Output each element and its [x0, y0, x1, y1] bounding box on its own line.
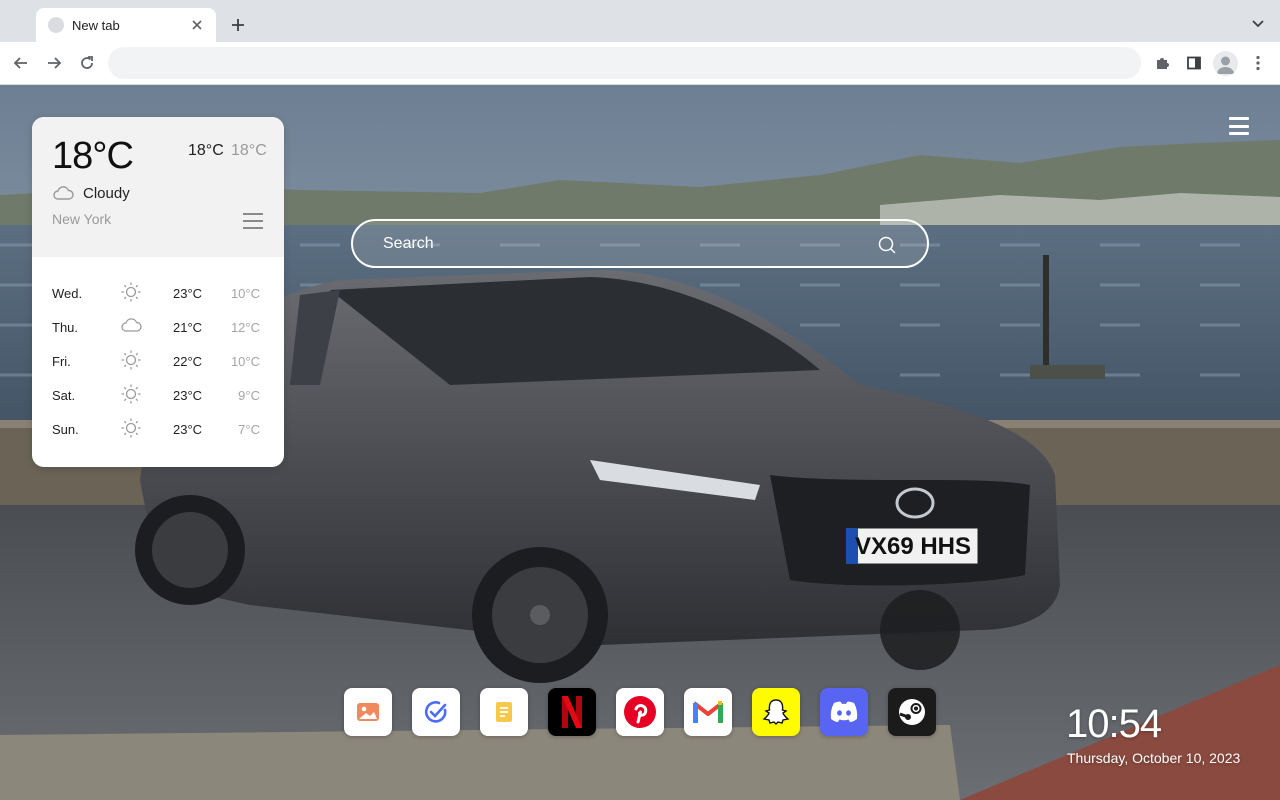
wallpaper-gallery-app[interactable] — [344, 688, 392, 736]
gmail-icon — [692, 701, 724, 723]
cloud-icon — [53, 186, 74, 200]
weather-current: 18°C 18°C 18°C Cloudy New York — [32, 117, 284, 257]
weather-menu-icon[interactable] — [243, 213, 263, 229]
browser-toolbar — [0, 42, 1280, 85]
snapchat-app[interactable] — [752, 688, 800, 736]
search-box[interactable] — [351, 219, 929, 268]
forecast-day: Fri. — [52, 354, 71, 369]
forecast-high: 21°C — [173, 320, 203, 335]
extensions-puzzle-icon[interactable] — [1149, 50, 1175, 76]
tab-favicon-icon — [48, 17, 64, 33]
discord-icon — [830, 701, 858, 722]
tab-strip: New tab — [0, 0, 1280, 42]
forecast-row: Sat. 23°C 9°C — [32, 377, 284, 411]
new-tab-plus-icon[interactable] — [226, 13, 250, 37]
todo-check-icon — [424, 701, 447, 723]
sun-icon — [121, 350, 141, 370]
forecast-low: 10°C — [230, 354, 260, 369]
notes-app[interactable] — [480, 688, 528, 736]
forecast-day: Sat. — [52, 388, 76, 403]
forecast-high: 23°C — [173, 422, 203, 437]
steam-app[interactable] — [888, 688, 936, 736]
tab-close-icon[interactable] — [188, 16, 206, 34]
reload-icon[interactable] — [74, 50, 100, 76]
sun-icon — [121, 384, 141, 404]
clock-date: Thursday, October 10, 2023 — [1067, 750, 1241, 766]
forecast-low: 9°C — [238, 388, 260, 403]
new-tab-page: VX69 HHS 18°C 18°C 18°C Cloudy New York — [0, 85, 1280, 800]
notes-icon — [496, 702, 512, 722]
tab-search-chevron-down-icon[interactable] — [1247, 13, 1269, 35]
app-dock — [344, 688, 936, 736]
forecast-row: Fri. 22°C 10°C — [32, 343, 284, 377]
forecast-day: Sun. — [52, 422, 79, 437]
today-low: 18°C — [231, 142, 267, 159]
snapchat-icon — [762, 699, 790, 725]
forecast-high: 23°C — [173, 286, 203, 301]
today-high: 18°C — [188, 142, 224, 159]
forecast-row: Thu. 21°C 12°C — [32, 309, 284, 343]
profile-avatar-icon[interactable] — [1213, 51, 1238, 76]
search-input[interactable] — [383, 233, 863, 255]
steam-icon — [899, 699, 925, 725]
forecast-low: 12°C — [230, 320, 260, 335]
forecast-day: Thu. — [52, 320, 79, 335]
address-bar-input[interactable] — [108, 47, 1141, 79]
forecast-high: 23°C — [173, 388, 203, 403]
tab-title: New tab — [72, 17, 120, 33]
forward-arrow-icon[interactable] — [41, 50, 67, 76]
pinterest-app[interactable] — [616, 688, 664, 736]
license-plate: VX69 HHS — [855, 533, 971, 560]
todo-app[interactable] — [412, 688, 460, 736]
forecast-low: 7°C — [238, 422, 260, 437]
weather-forecast: Wed. 23°C 10°C Thu. 21°C 12°C Fri. 22°C … — [32, 275, 284, 445]
wallpaper-gallery-icon — [357, 703, 379, 721]
weather-city: New York — [52, 211, 112, 227]
netflix-icon — [562, 696, 582, 728]
weather-condition: Cloudy — [83, 185, 130, 202]
cloud-icon — [121, 318, 142, 332]
forecast-row: Sun. 23°C 7°C — [32, 411, 284, 445]
weather-widget: 18°C 18°C 18°C Cloudy New York Wed. 23°C… — [32, 117, 284, 467]
forecast-day: Wed. — [52, 286, 83, 301]
browser-menu-kebab-icon[interactable] — [1245, 50, 1271, 76]
gmail-app[interactable] — [684, 688, 732, 736]
current-temperature: 18°C — [52, 135, 134, 177]
sun-icon — [121, 282, 141, 302]
tab-new-tab[interactable]: New tab — [36, 8, 216, 42]
forecast-low: 10°C — [230, 286, 260, 301]
search-icon[interactable] — [877, 235, 897, 255]
forecast-row: Wed. 23°C 10°C — [32, 275, 284, 309]
forecast-high: 22°C — [173, 354, 203, 369]
netflix-app[interactable] — [548, 688, 596, 736]
discord-app[interactable] — [820, 688, 868, 736]
back-arrow-icon[interactable] — [8, 50, 34, 76]
pinterest-icon — [624, 696, 656, 728]
clock-time: 10:54 — [1066, 702, 1162, 746]
side-panel-icon[interactable] — [1181, 50, 1207, 76]
hamburger-menu-icon[interactable] — [1226, 115, 1252, 137]
sun-icon — [121, 418, 141, 438]
